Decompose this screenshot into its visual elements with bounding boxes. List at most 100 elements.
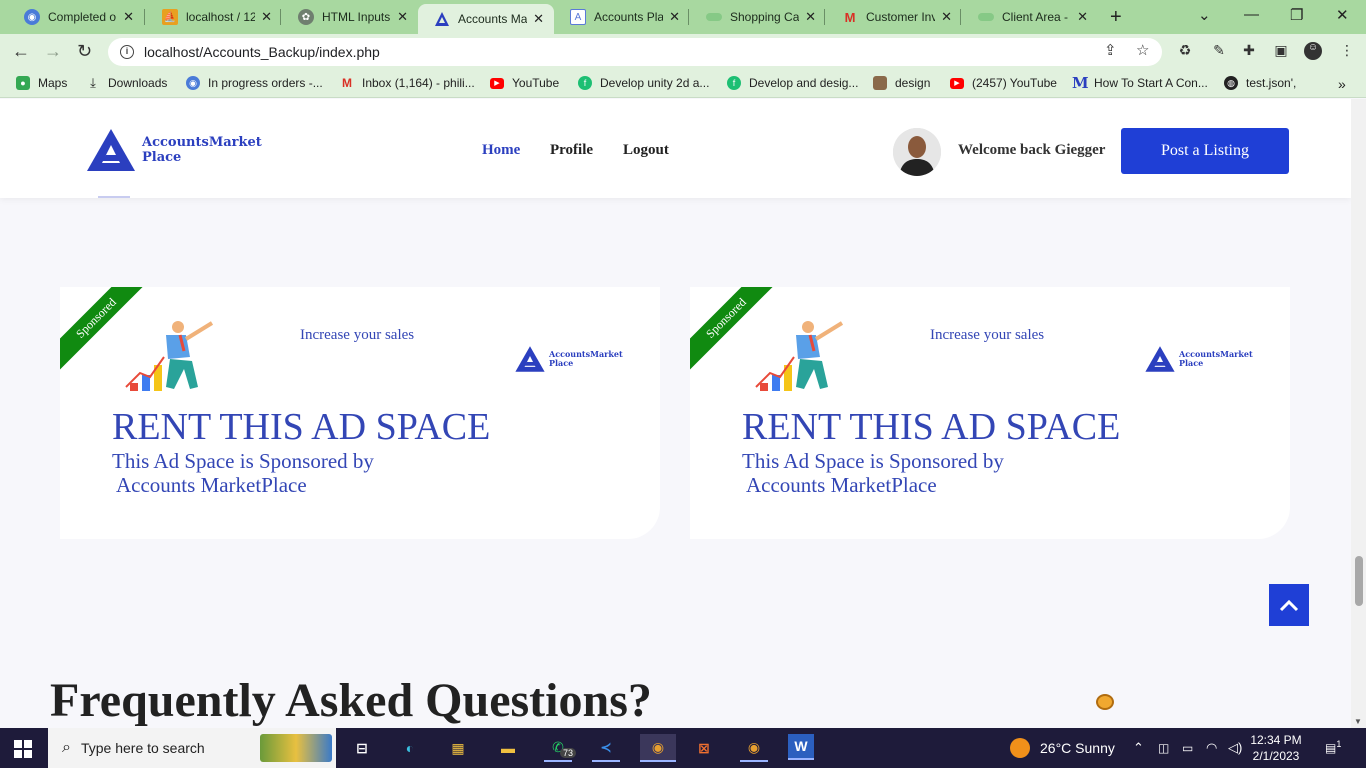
tab-completed-orders[interactable]: ◉ Completed o ✕ [8, 0, 144, 34]
bookmark-downloads[interactable]: ⤓ Downloads [86, 75, 167, 91]
scroll-down-arrow-icon[interactable]: ▼ [1354, 717, 1362, 726]
page-scrollbar[interactable]: ▼ [1351, 99, 1366, 728]
recycle-extension-icon[interactable]: ♻ [1176, 42, 1194, 60]
address-bar[interactable]: i localhost/Accounts_Backup/index.php [108, 38, 1162, 66]
restore-icon[interactable]: ❐ [1290, 6, 1303, 24]
pen-extension-icon[interactable]: ✎ [1210, 42, 1228, 60]
user-avatar[interactable] [893, 128, 941, 176]
ad-headline: RENT THIS AD SPACE [742, 406, 1121, 448]
phpmyadmin-icon: ⛵ [162, 9, 178, 25]
taskbar-clock[interactable]: 12:34 PM 2/1/2023 [1246, 732, 1306, 764]
faq-heading: Frequently Asked Questions? [50, 674, 652, 727]
bookmark-star-icon[interactable]: ☆ [1136, 41, 1149, 59]
fiverr-icon: f [727, 76, 741, 90]
cloud-icon [978, 13, 994, 21]
minimize-icon[interactable]: — [1244, 6, 1259, 23]
close-icon[interactable]: ✕ [941, 9, 952, 25]
bookmark-develop-unity[interactable]: f Develop unity 2d a... [578, 76, 709, 90]
word-icon[interactable]: W [788, 734, 814, 760]
volume-icon[interactable]: ◁) [1228, 728, 1242, 768]
close-icon[interactable]: ✕ [397, 9, 408, 25]
close-icon[interactable]: ✕ [669, 9, 680, 25]
whatsapp-icon[interactable]: ✆ 73 [544, 734, 577, 762]
bookmark-inbox[interactable]: M Inbox (1,164) - phili... [340, 76, 475, 90]
maps-icon: ● [16, 76, 30, 90]
tab-shopping-cart[interactable]: Shopping Ca ✕ [690, 0, 826, 34]
notifications-icon[interactable]: ▤1 [1325, 739, 1341, 755]
ad-sponsor-name: Accounts MarketPlace [116, 473, 307, 497]
tab-separator [688, 9, 689, 25]
site-header: AccountsMarket Place Home Profile Logout… [0, 99, 1351, 198]
show-hidden-icons-icon[interactable]: ⌃ [1133, 728, 1144, 768]
tab-html-inputs[interactable]: ✿ HTML Inputs ✕ [282, 0, 418, 34]
bookmark-youtube-2457[interactable]: ▶ (2457) YouTube [950, 76, 1057, 90]
close-icon[interactable]: ✕ [1077, 9, 1088, 25]
nav-active-indicator [98, 196, 130, 198]
task-view-icon[interactable]: ⊟ [348, 734, 376, 762]
post-listing-button[interactable]: Post a Listing [1121, 128, 1289, 174]
bookmark-design[interactable]: design [873, 76, 930, 90]
sponsored-ad-card[interactable]: Sponsored Increase your sales AccountsMa… [690, 287, 1290, 539]
puzzle-extensions-icon[interactable]: ✚ [1240, 42, 1258, 60]
chevron-up-icon [1279, 599, 1299, 612]
download-icon: ⤓ [90, 75, 96, 90]
tab-phpmyadmin[interactable]: ⛵ localhost / 12 ✕ [146, 0, 282, 34]
close-window-icon[interactable]: ✕ [1336, 6, 1349, 24]
bookmark-in-progress-orders[interactable]: ◉ In progress orders -... [186, 76, 323, 90]
close-icon[interactable]: ✕ [533, 11, 544, 27]
tab-accounts-market[interactable]: Accounts Ma ✕ [418, 4, 554, 34]
cookie-icon[interactable] [1096, 694, 1114, 710]
logo-triangle-icon [87, 129, 135, 171]
close-icon[interactable]: ✕ [261, 9, 272, 25]
edge-icon[interactable]: ◐ [396, 734, 424, 762]
search-highlight-icon [260, 734, 332, 762]
nav-profile[interactable]: Profile [550, 142, 593, 159]
nav-logout[interactable]: Logout [623, 142, 669, 159]
side-panel-icon[interactable]: ▣ [1272, 42, 1290, 60]
nav-home[interactable]: Home [482, 142, 520, 159]
ad-headline: RENT THIS AD SPACE [112, 406, 491, 448]
menu-icon[interactable]: ⋮ [1338, 42, 1356, 60]
close-icon[interactable]: ✕ [805, 9, 816, 25]
back-icon[interactable]: ← [12, 41, 30, 62]
profile-avatar-icon[interactable]: ☺ [1304, 42, 1322, 60]
battery-icon[interactable]: ▭ [1182, 728, 1193, 768]
new-tab-button[interactable]: + [1110, 6, 1122, 29]
windows-start-icon[interactable] [14, 740, 32, 758]
bookmark-medium[interactable]: M How To Start A Con... [1072, 76, 1208, 91]
chrome-profile-icon[interactable]: ◉ [740, 734, 768, 762]
bookmark-youtube[interactable]: ▶ YouTube [490, 76, 559, 90]
sales-growth-illustration [125, 321, 214, 391]
site-logo[interactable]: AccountsMarket Place [86, 127, 262, 173]
more-bookmarks-icon[interactable]: » [1338, 76, 1346, 92]
file-explorer-icon[interactable]: ▬ [494, 734, 522, 762]
bookmark-develop-design[interactable]: f Develop and desig... [727, 76, 858, 90]
tab-client-area[interactable]: Client Area - ✕ [962, 0, 1098, 34]
logo-triangle-icon [515, 346, 545, 372]
store-icon[interactable]: ▦ [444, 734, 472, 762]
tab-customer-invoice[interactable]: M Customer Inv ✕ [826, 0, 962, 34]
openai-icon: ✿ [298, 9, 314, 25]
vscode-icon[interactable]: ≺ [592, 734, 620, 762]
forward-icon[interactable]: → [44, 41, 62, 62]
close-icon[interactable]: ✕ [123, 9, 134, 25]
chrome-icon[interactable]: ◉ [640, 734, 676, 762]
tab-search-icon[interactable]: ⌄ [1198, 6, 1211, 24]
bookmark-maps[interactable]: ● Maps [16, 76, 67, 90]
site-info-icon[interactable]: i [120, 45, 134, 59]
reload-icon[interactable]: ↻ [77, 41, 92, 62]
share-icon[interactable]: ⇪ [1104, 41, 1117, 59]
wifi-icon[interactable]: ◠ [1206, 728, 1217, 768]
meet-now-icon[interactable]: ◫ [1158, 728, 1169, 768]
scrollbar-thumb[interactable] [1355, 556, 1363, 606]
tab-accounts-place[interactable]: A Accounts Pla ✕ [554, 0, 690, 34]
browser-toolbar: ← → ↻ i localhost/Accounts_Backup/index.… [0, 34, 1366, 70]
taskbar-search[interactable]: ⌕ Type here to search [48, 728, 336, 768]
xampp-icon[interactable]: ⊠ [690, 734, 718, 762]
scroll-to-top-button[interactable] [1269, 584, 1309, 626]
bookmark-test-json[interactable]: ◍ test.json', [1224, 76, 1296, 90]
sponsored-ad-card[interactable]: Sponsored Increase your sales AccountsMa… [60, 287, 660, 539]
accounts-logo-icon [434, 11, 450, 27]
weather-widget[interactable]: 26°C Sunny [1010, 728, 1115, 768]
logo-triangle-icon [1145, 346, 1175, 372]
